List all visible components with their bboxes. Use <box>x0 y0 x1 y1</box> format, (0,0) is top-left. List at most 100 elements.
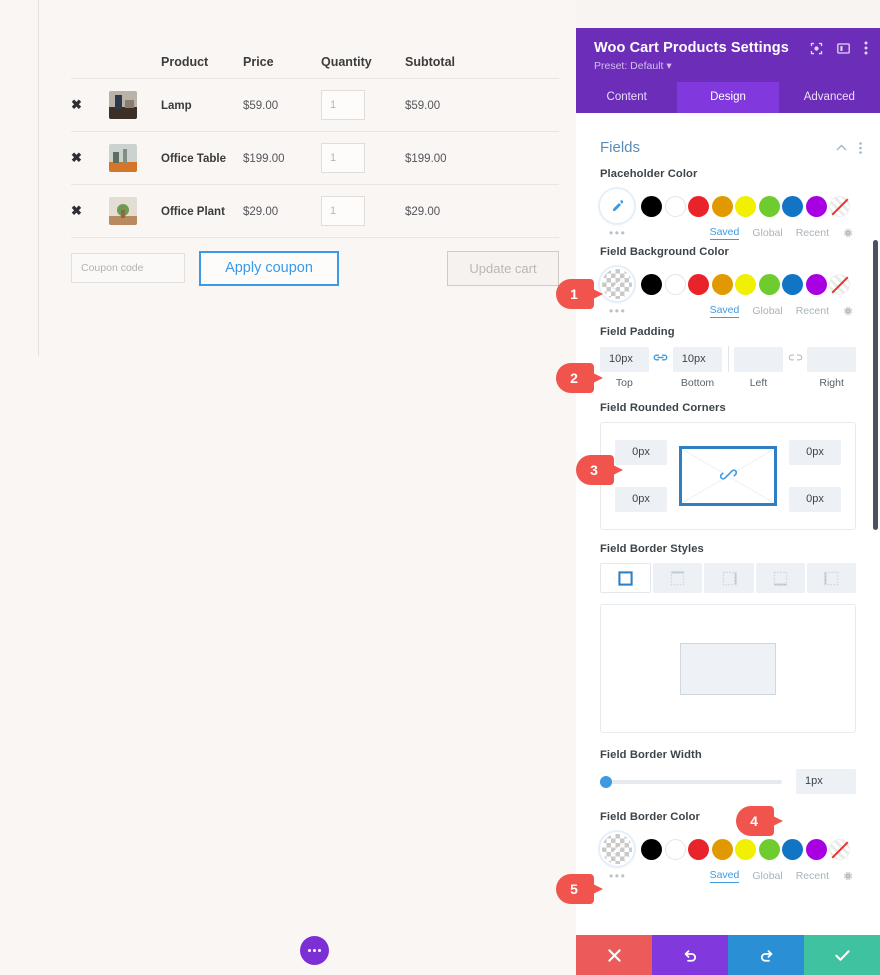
swatch-green[interactable] <box>758 838 780 860</box>
padding-left-input[interactable] <box>734 346 784 372</box>
focus-target-icon[interactable] <box>810 42 823 55</box>
border-style-all-icon[interactable] <box>600 563 652 593</box>
gear-icon[interactable] <box>842 227 854 239</box>
swatch-orange[interactable] <box>711 195 733 217</box>
padding-top-label: Top <box>615 377 633 389</box>
color-more-options-icon[interactable]: ••• <box>609 226 626 240</box>
swatch-blue[interactable] <box>782 273 803 295</box>
tab-content[interactable]: Content <box>576 82 677 113</box>
color-picker-eyedropper-button[interactable] <box>600 189 634 223</box>
color-tab-saved[interactable]: Saved <box>709 304 740 318</box>
color-tab-saved[interactable]: Saved <box>709 226 740 240</box>
swatch-black[interactable] <box>641 838 662 860</box>
section-more-icon[interactable] <box>859 141 862 154</box>
swatch-purple[interactable] <box>805 195 827 217</box>
gear-icon[interactable] <box>842 305 854 317</box>
tab-design[interactable]: Design <box>677 82 779 113</box>
swatch-orange[interactable] <box>711 273 733 295</box>
swatch-purple[interactable] <box>805 273 827 295</box>
swatch-transparent[interactable] <box>829 838 850 860</box>
color-meta-row: ••• Saved Global Recent <box>600 225 856 240</box>
page-settings-fab[interactable] <box>300 936 329 965</box>
remove-item-icon[interactable]: ✖ <box>71 97 82 112</box>
product-price: $59.00 <box>243 100 279 112</box>
annotation-marker-2: 2 <box>556 363 604 393</box>
color-picker-transparent-button[interactable] <box>600 832 634 866</box>
swatch-green[interactable] <box>758 273 780 295</box>
swatch-red[interactable] <box>688 273 709 295</box>
product-thumbnail <box>109 197 137 225</box>
color-tab-global[interactable]: Global <box>752 227 782 239</box>
product-name[interactable]: Office Table <box>161 153 226 165</box>
padding-top-input[interactable]: 10px <box>600 346 649 372</box>
tab-advanced[interactable]: Advanced <box>779 82 880 113</box>
link-vertical-icon[interactable] <box>649 352 673 366</box>
swatch-black[interactable] <box>641 273 662 295</box>
swatch-transparent[interactable] <box>829 195 850 217</box>
swatch-white[interactable] <box>664 273 686 295</box>
border-style-left-icon[interactable] <box>806 563 857 593</box>
slider-handle[interactable] <box>600 775 612 788</box>
swatch-yellow[interactable] <box>735 195 756 217</box>
color-meta-row: ••• Saved Global Recent <box>600 868 856 883</box>
corner-top-right-input[interactable]: 0px <box>789 440 841 465</box>
product-name[interactable]: Office Plant <box>161 206 225 218</box>
quantity-input[interactable]: 1 <box>321 143 365 173</box>
color-tab-global[interactable]: Global <box>752 305 782 317</box>
link-horizontal-icon[interactable] <box>783 352 807 366</box>
swatch-blue[interactable] <box>782 195 803 217</box>
undo-button[interactable] <box>652 935 728 975</box>
panel-more-icon[interactable] <box>864 41 868 55</box>
gear-icon[interactable] <box>842 870 854 882</box>
remove-item-icon[interactable]: ✖ <box>71 150 82 165</box>
padding-right-input[interactable] <box>807 346 856 372</box>
swatch-purple[interactable] <box>805 838 827 860</box>
swatch-orange[interactable] <box>711 838 733 860</box>
link-corners-icon[interactable] <box>719 466 737 487</box>
quantity-input[interactable]: 1 <box>321 90 365 120</box>
panel-scrollbar[interactable] <box>873 240 878 530</box>
update-cart-button[interactable]: Update cart <box>447 250 559 286</box>
color-picker-transparent-button[interactable] <box>600 267 634 301</box>
color-more-options-icon[interactable]: ••• <box>609 304 626 318</box>
quantity-input[interactable]: 1 <box>321 196 365 226</box>
padding-bottom-input[interactable]: 10px <box>672 346 722 372</box>
product-name[interactable]: Lamp <box>161 100 192 112</box>
field-placeholder-color: Placeholder Color ••• Saved Global Recen… <box>576 168 880 240</box>
chevron-up-icon[interactable] <box>836 144 847 151</box>
swatch-green[interactable] <box>758 195 780 217</box>
swatch-red[interactable] <box>688 195 709 217</box>
swatch-white[interactable] <box>664 195 686 217</box>
color-tab-global[interactable]: Global <box>752 870 782 882</box>
swatch-yellow[interactable] <box>735 838 756 860</box>
discard-changes-button[interactable] <box>576 935 652 975</box>
redo-button[interactable] <box>728 935 804 975</box>
swatch-red[interactable] <box>688 838 709 860</box>
color-tab-recent[interactable]: Recent <box>796 305 829 317</box>
border-width-value-input[interactable]: 1px <box>796 769 856 794</box>
border-style-top-icon[interactable] <box>653 563 703 593</box>
product-subtotal: $199.00 <box>405 153 447 165</box>
coupon-code-input[interactable]: Coupon code <box>71 253 185 283</box>
save-changes-button[interactable] <box>804 935 880 975</box>
color-more-options-icon[interactable]: ••• <box>609 869 626 883</box>
preset-selector[interactable]: Preset: Default ▾ <box>594 60 864 72</box>
border-style-bottom-icon[interactable] <box>755 563 805 593</box>
color-tab-saved[interactable]: Saved <box>709 869 740 883</box>
swatch-black[interactable] <box>641 195 662 217</box>
apply-coupon-button[interactable]: Apply coupon <box>199 250 339 286</box>
remove-item-icon[interactable]: ✖ <box>71 203 82 218</box>
border-width-slider[interactable] <box>600 775 782 788</box>
panel-header-icons <box>810 41 868 55</box>
corner-bottom-left-input[interactable]: 0px <box>615 487 667 512</box>
swatch-white[interactable] <box>664 838 686 860</box>
color-tab-recent[interactable]: Recent <box>796 227 829 239</box>
layout-toggle-icon[interactable] <box>837 42 850 55</box>
border-style-right-icon[interactable] <box>704 563 754 593</box>
corner-bottom-right-input[interactable]: 0px <box>789 487 841 512</box>
section-fields-header[interactable]: Fields <box>576 123 880 168</box>
swatch-yellow[interactable] <box>735 273 756 295</box>
swatch-transparent[interactable] <box>829 273 850 295</box>
swatch-blue[interactable] <box>782 838 803 860</box>
color-tab-recent[interactable]: Recent <box>796 870 829 882</box>
